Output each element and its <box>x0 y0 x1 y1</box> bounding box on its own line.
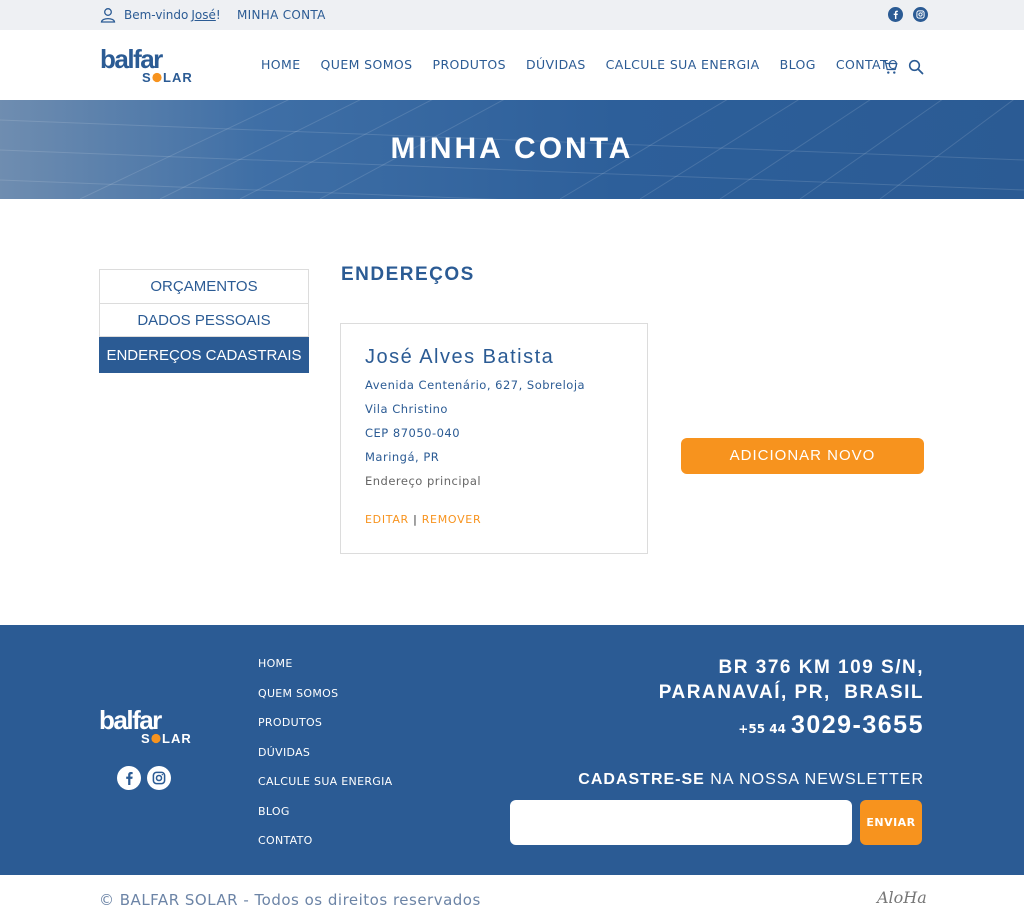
footer-social-links <box>117 766 171 790</box>
footer-nav: HOME QUEM SOMOS PRODUTOS DÚVIDAS CALCULE… <box>258 657 392 864</box>
sidebar-item-orcamentos[interactable]: ORÇAMENTOS <box>99 269 309 303</box>
footer-logo[interactable]: balfar S LAR <box>99 709 201 745</box>
page-title: MINHA CONTA <box>390 132 634 165</box>
footer-phone: +55 44 3029-3655 <box>738 711 924 740</box>
svg-text:S: S <box>142 70 152 84</box>
footer-nav-calcule-sua-energia[interactable]: CALCULE SUA ENERGIA <box>258 775 392 805</box>
svg-text:balfar: balfar <box>99 709 162 735</box>
nav-produtos[interactable]: PRODUTOS <box>433 57 506 72</box>
svg-text:balfar: balfar <box>100 48 163 74</box>
footer-instagram-icon[interactable] <box>147 766 171 790</box>
add-address-button[interactable]: ADICIONAR NOVO ENDEREÇO <box>681 438 924 500</box>
footer-nav-contato[interactable]: CONTATO <box>258 834 392 864</box>
account-sidebar: ORÇAMENTOS DADOS PESSOAIS ENDEREÇOS CADA… <box>99 269 309 373</box>
address-name: José Alves Batista <box>365 346 555 368</box>
phone-number: 3029-3655 <box>790 711 924 739</box>
address-line-2: PARANAVAÍ, PR, BRASIL <box>658 682 924 703</box>
svg-text:LAR: LAR <box>162 731 192 745</box>
balfar-solar-logo[interactable]: balfar S LAR <box>100 48 202 84</box>
newsletter-email-input[interactable] <box>510 800 852 845</box>
nav-calcule-sua-energia[interactable]: CALCULE SUA ENERGIA <box>606 57 760 72</box>
footer-address: BR 376 KM 109 S/N, PARANAVAÍ, PR, BRASIL <box>659 655 924 705</box>
address-street: Avenida Centenário, 627, Sobreloja <box>365 378 586 392</box>
address-actions: EDITAR | REMOVER <box>365 513 481 526</box>
bottom-bar: © BALFAR SOLAR - Todos os direitos reser… <box>0 875 1024 924</box>
remove-address-link[interactable]: REMOVER <box>422 513 482 526</box>
newsletter-heading-rest: NA NOSSA NEWSLETTER <box>704 771 924 788</box>
search-icon[interactable] <box>908 59 924 75</box>
page-banner: MINHA CONTA <box>0 100 1024 199</box>
welcome-user: Bem-vindo José! <box>100 7 221 23</box>
address-city: Maringá, PR <box>365 450 440 464</box>
welcome-exclaim: ! <box>215 8 221 22</box>
address-line-1: BR 376 KM 109 S/N, <box>718 657 924 678</box>
cart-icon[interactable] <box>882 59 898 75</box>
copyright-text: © BALFAR SOLAR - Todos os direitos reser… <box>99 891 481 909</box>
facebook-icon[interactable] <box>888 7 903 22</box>
footer-nav-produtos[interactable]: PRODUTOS <box>258 716 392 746</box>
svg-text:S: S <box>141 731 151 745</box>
nav-quem-somos[interactable]: QUEM SOMOS <box>321 57 413 72</box>
main-nav: HOME QUEM SOMOS PRODUTOS DÚVIDAS CALCULE… <box>261 57 918 72</box>
newsletter-heading: CADASTRE-SE NA NOSSA NEWSLETTER <box>578 771 924 789</box>
edit-address-link[interactable]: EDITAR <box>365 513 409 526</box>
nav-home[interactable]: HOME <box>261 57 301 72</box>
section-title: ENDEREÇOS <box>341 264 475 285</box>
newsletter-submit-button[interactable]: ENVIAR <box>860 800 922 845</box>
welcome-text: Bem-vindo <box>124 8 189 22</box>
my-account-link[interactable]: MINHA CONTA <box>237 8 326 22</box>
footer-facebook-icon[interactable] <box>117 766 141 790</box>
address-card: José Alves Batista Avenida Centenário, 6… <box>340 323 648 554</box>
user-icon <box>100 8 116 23</box>
footer-nav-home[interactable]: HOME <box>258 657 392 687</box>
sidebar-item-enderecos-cadastrais[interactable]: ENDEREÇOS CADASTRAIS <box>99 337 309 373</box>
footer-nav-duvidas[interactable]: DÚVIDAS <box>258 746 392 776</box>
phone-country-code: +55 44 <box>738 722 786 736</box>
footer-nav-blog[interactable]: BLOG <box>258 805 392 835</box>
address-tag: Endereço principal <box>365 474 482 488</box>
main-header: balfar S LAR HOME QUEM SOMOS PRODUTOS DÚ… <box>0 30 1024 100</box>
svg-text:LAR: LAR <box>163 70 193 84</box>
actions-separator: | <box>413 513 418 526</box>
footer: balfar S LAR HOME QUEM SOMOS PRODUTOS DÚ… <box>0 625 1024 875</box>
newsletter-heading-bold: CADASTRE-SE <box>578 771 705 788</box>
instagram-icon[interactable] <box>913 7 928 22</box>
address-zip: CEP 87050-040 <box>365 426 461 440</box>
footer-nav-quem-somos[interactable]: QUEM SOMOS <box>258 687 392 717</box>
sidebar-item-dados-pessoais[interactable]: DADOS PESSOAIS <box>99 303 309 337</box>
top-bar: Bem-vindo José! MINHA CONTA <box>0 0 1024 30</box>
top-social-links <box>888 7 928 22</box>
address-district: Vila Christino <box>365 402 448 416</box>
agency-credit-logo[interactable]: AloHa <box>877 888 927 907</box>
nav-duvidas[interactable]: DÚVIDAS <box>526 57 586 72</box>
nav-blog[interactable]: BLOG <box>780 57 816 72</box>
user-name-link[interactable]: José <box>191 8 216 22</box>
